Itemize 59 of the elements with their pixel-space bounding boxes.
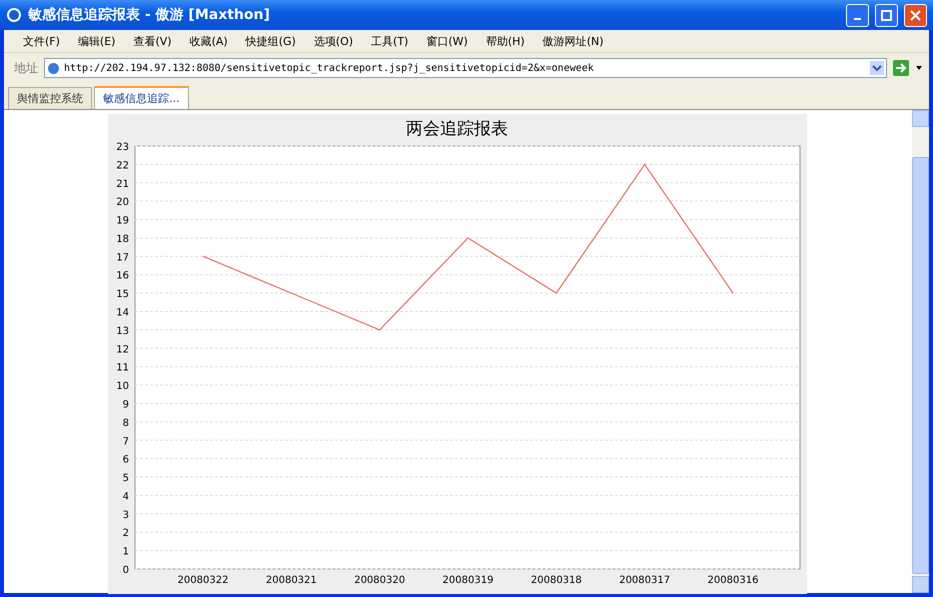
menu-item[interactable]: 帮助(H): [478, 32, 532, 50]
app-logo-icon: [6, 7, 22, 23]
menu-item[interactable]: 快捷组(G): [238, 32, 303, 50]
x-tick-label: 20080316: [708, 575, 758, 586]
y-tick-label: 8: [122, 418, 129, 429]
caret-icon[interactable]: [915, 65, 923, 71]
page-icon: [47, 62, 60, 74]
y-tick-label: 10: [116, 381, 129, 392]
close-button[interactable]: [904, 4, 927, 26]
y-tick-label: 18: [116, 234, 129, 245]
y-tick-label: 7: [122, 436, 129, 448]
y-tick-label: 21: [116, 178, 129, 190]
menu-item[interactable]: 文件(F): [16, 32, 67, 50]
scrollbar[interactable]: [912, 110, 929, 593]
y-tick-label: 15: [116, 289, 129, 300]
y-tick-label: 0: [122, 565, 129, 576]
chart-title: 两会追踪报表: [406, 119, 508, 139]
minimize-icon: [854, 18, 861, 20]
y-tick-label: 5: [122, 473, 129, 484]
x-tick-label: 20080318: [530, 575, 582, 586]
maximize-icon: [881, 10, 892, 20]
y-tick-label: 22: [116, 160, 129, 172]
y-tick-label: 4: [122, 491, 129, 502]
browser-tab[interactable]: 舆情监控系统: [8, 87, 92, 109]
y-tick-label: 3: [122, 510, 129, 521]
menu-item[interactable]: 傲游网址(N): [536, 32, 610, 50]
y-tick-label: 12: [116, 344, 129, 356]
address-field[interactable]: http://202.194.97.132:8080/sensitivetopic_trackreport.jsp?j_sensitivetopicid=2&x=oneweek: [44, 58, 887, 78]
y-tick-label: 17: [116, 252, 129, 264]
minimize-button[interactable]: [846, 4, 869, 26]
x-tick-label: 20080319: [442, 575, 494, 586]
y-tick-label: 13: [116, 326, 129, 337]
browser-tab[interactable]: 敏感信息追踪...: [94, 86, 188, 109]
y-tick-label: 1: [122, 546, 129, 558]
y-tick-label: 16: [116, 270, 129, 282]
y-tick-label: 9: [122, 399, 129, 410]
go-icon[interactable]: [893, 60, 909, 76]
close-icon: [910, 10, 921, 20]
x-tick-label: 20080321: [266, 575, 317, 586]
x-tick-label: 20080317: [619, 575, 670, 586]
y-tick-label: 2: [122, 528, 129, 540]
window-title: 敏感信息追踪报表 - 傲游 [Maxthon]: [28, 6, 271, 24]
menu-item[interactable]: 工具(T): [364, 32, 416, 50]
x-tick-label: 20080320: [354, 575, 406, 586]
y-tick-label: 11: [116, 362, 129, 374]
menu-item[interactable]: 选项(O): [306, 32, 360, 50]
dropdown-icon[interactable]: [870, 61, 884, 75]
menu-item[interactable]: 收藏(A): [182, 32, 235, 50]
menu-item[interactable]: 编辑(E): [70, 32, 122, 50]
menu-item[interactable]: 窗口(W): [419, 32, 475, 50]
y-tick-label: 23: [116, 142, 129, 153]
address-label: 地址: [14, 60, 38, 76]
y-tick-label: 19: [116, 216, 129, 227]
x-tick-label: 20080322: [178, 575, 228, 586]
maximize-button[interactable]: [875, 4, 898, 26]
menu-item[interactable]: 查看(V): [126, 32, 179, 50]
y-tick-label: 14: [116, 308, 129, 319]
y-tick-label: 6: [122, 454, 129, 466]
y-tick-label: 20: [116, 197, 129, 208]
